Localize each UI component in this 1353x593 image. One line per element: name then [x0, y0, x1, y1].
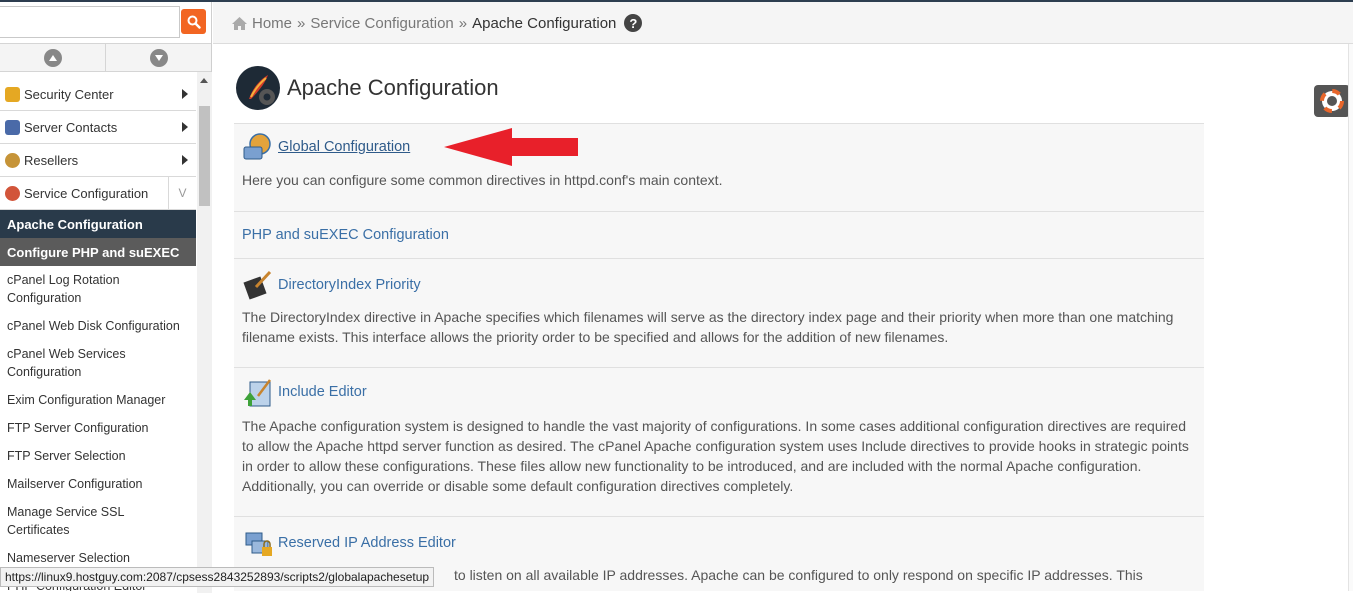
- help-icon[interactable]: ?: [624, 14, 643, 32]
- directoryindex-priority-link[interactable]: DirectoryIndex Priority: [278, 277, 421, 293]
- home-icon: [232, 16, 247, 30]
- chevron-right-icon: [182, 89, 188, 99]
- link-status-tooltip: https://linux9.hostguy.com:2087/cpsess28…: [0, 567, 435, 587]
- item-description: The DirectoryIndex directive in Apache s…: [242, 309, 1174, 345]
- global-configuration-link[interactable]: Global Configuration: [278, 139, 410, 155]
- sidebar-subitem[interactable]: cPanel Web Services Configuration: [0, 340, 196, 386]
- sidebar-item-label: Server Contacts: [24, 119, 118, 135]
- list-item-php-suexec: PHP and suEXEC Configuration: [234, 212, 1204, 259]
- menu-scroll-controls: [0, 43, 211, 72]
- sidebar-subitem[interactable]: Exim Configuration Manager: [0, 386, 196, 414]
- sidebar-subitem[interactable]: Mailserver Configuration: [0, 470, 196, 498]
- scrollbar-thumb[interactable]: [199, 106, 210, 206]
- sidebar-item-security-center[interactable]: Security Center: [0, 78, 196, 111]
- breadcrumb-separator: »: [458, 14, 468, 32]
- sidebar-menu: Security Center Server Contacts Reseller…: [0, 78, 196, 591]
- sidebar-subitem-apache-configuration[interactable]: Apache Configuration: [0, 210, 196, 238]
- sidebar-scrollbar[interactable]: [197, 72, 212, 593]
- network-lock-icon: [242, 527, 274, 559]
- contacts-icon: [5, 119, 20, 135]
- sidebar-subitem[interactable]: FTP Server Configuration: [0, 414, 196, 442]
- lifebuoy-help-button[interactable]: [1314, 85, 1350, 117]
- main-content: Apache Configuration Global Configuratio…: [213, 45, 1353, 591]
- list-item-directoryindex: DirectoryIndex Priority The DirectoryInd…: [234, 259, 1204, 368]
- collapse-toggle[interactable]: V: [168, 177, 196, 209]
- search-icon: [187, 15, 201, 29]
- breadcrumb-bar: Home » Service Configuration » Apache Co…: [213, 2, 1353, 44]
- sidebar-subitem[interactable]: cPanel Web Disk Configuration: [0, 312, 196, 340]
- breadcrumb-home[interactable]: Home: [252, 15, 292, 32]
- lifebuoy-icon: [1320, 89, 1344, 113]
- chevron-right-icon: [182, 155, 188, 165]
- item-description: Here you can configure some common direc…: [242, 172, 723, 188]
- arrow-down-icon: [149, 48, 168, 67]
- list-item-include-editor: Include Editor The Apache configuration …: [234, 368, 1204, 517]
- sidebar-item-resellers[interactable]: Resellers: [0, 144, 196, 177]
- page-title: Apache Configuration: [287, 75, 499, 100]
- reserved-ip-address-editor-link[interactable]: Reserved IP Address Editor: [278, 535, 456, 551]
- breadcrumb: Home » Service Configuration » Apache Co…: [231, 14, 643, 32]
- sidebar-item-service-configuration[interactable]: Service Configuration V: [0, 177, 196, 210]
- item-description: The Apache configuration system is desig…: [242, 418, 1189, 494]
- apache-feather-icon: [235, 65, 281, 111]
- include-editor-link[interactable]: Include Editor: [278, 384, 367, 400]
- document-pen-icon: [242, 269, 274, 301]
- globe-config-icon: [242, 131, 274, 163]
- sidebar-item-server-contacts[interactable]: Server Contacts: [0, 111, 196, 144]
- sidebar-search: [0, 6, 208, 38]
- page-header: Apache Configuration: [235, 65, 499, 111]
- scroll-down-button[interactable]: [105, 44, 211, 71]
- sidebar-subitem[interactable]: FTP Server Selection: [0, 442, 196, 470]
- scroll-up-button[interactable]: [0, 44, 105, 71]
- list-item-global-configuration: Global Configuration Here you can config…: [234, 123, 1204, 212]
- lock-icon: [5, 86, 20, 102]
- sidebar-subitem-configure-php[interactable]: Configure PHP and suEXEC: [0, 238, 196, 266]
- sidebar: Security Center Server Contacts Reseller…: [0, 2, 212, 593]
- include-editor-icon: [242, 376, 274, 408]
- page-scrollbar[interactable]: [1348, 44, 1353, 591]
- breadcrumb-service-configuration[interactable]: Service Configuration: [310, 15, 453, 32]
- php-suexec-configuration-link[interactable]: PHP and suEXEC Configuration: [242, 227, 449, 243]
- sidebar-item-label: Security Center: [24, 86, 114, 102]
- arrow-up-icon: [43, 48, 62, 67]
- sidebar-item-label: Resellers: [24, 152, 79, 168]
- breadcrumb-separator: »: [297, 14, 306, 32]
- sidebar-item-label: Service Configuration: [24, 185, 149, 201]
- search-button[interactable]: [181, 9, 206, 34]
- red-arrow-annotation: [444, 128, 579, 166]
- chevron-right-icon: [182, 122, 188, 132]
- search-input[interactable]: [0, 6, 180, 38]
- scroll-up-arrow-icon[interactable]: [200, 78, 208, 83]
- sidebar-subitem[interactable]: cPanel Log Rotation Configuration: [0, 266, 196, 312]
- resellers-icon: [5, 152, 20, 168]
- breadcrumb-current: Apache Configuration: [472, 14, 617, 32]
- sidebar-subitem[interactable]: Manage Service SSL Certificates: [0, 498, 196, 544]
- config-list: Global Configuration Here you can config…: [234, 123, 1204, 591]
- service-config-icon: [5, 185, 20, 201]
